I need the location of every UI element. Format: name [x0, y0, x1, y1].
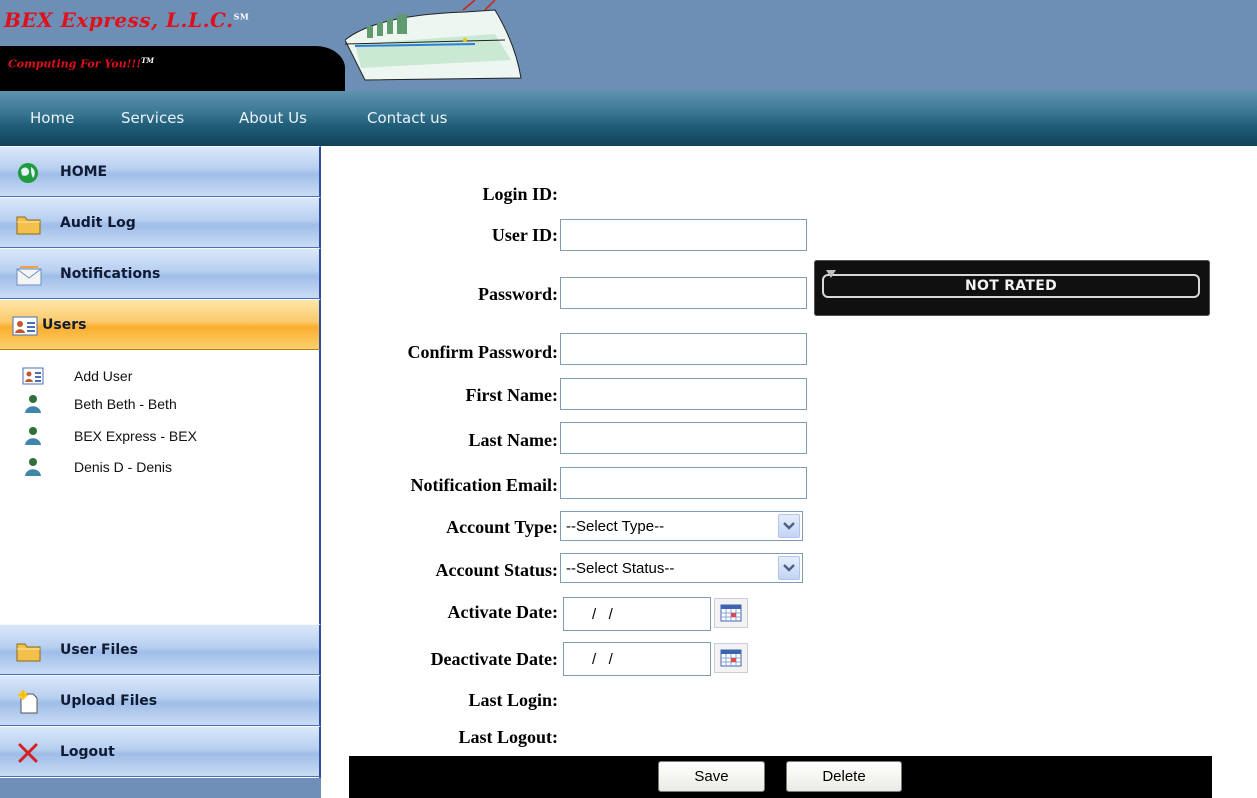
- account-type-select[interactable]: --Select Type--: [560, 511, 803, 541]
- account-status-value: --Select Status--: [566, 560, 675, 577]
- sidebar-item-label: Audit Log: [60, 215, 136, 231]
- globe-icon: [18, 163, 38, 183]
- person-icon: [25, 458, 41, 476]
- sidebar-item-label: User Files: [60, 642, 138, 658]
- sidebar-subitem-label: Beth Beth - Beth: [74, 396, 177, 412]
- sidebar-item-label: Logout: [60, 744, 115, 760]
- last-name-input[interactable]: [560, 422, 807, 454]
- sidebar-item-users[interactable]: Users: [0, 299, 321, 350]
- company-logo: BEX Express, L.L.C.SM: [4, 8, 249, 32]
- new-file-icon: [18, 690, 38, 714]
- sidebar-item-label: Users: [42, 317, 87, 333]
- password-strength-bar: NOT RATED: [822, 274, 1200, 298]
- password-label: Password:: [478, 284, 558, 304]
- notification-email-label: Notification Email:: [410, 475, 558, 495]
- person-icon: [25, 427, 41, 445]
- last-login-label: Last Login:: [468, 690, 558, 710]
- user-id-input[interactable]: [560, 219, 807, 251]
- red-x-icon: [18, 743, 38, 763]
- last-name-label: Last Name:: [468, 430, 558, 450]
- calendar-icon: [720, 604, 742, 622]
- sidebar-item-label: HOME: [60, 164, 108, 180]
- user-card-icon: [12, 316, 38, 336]
- sidebar: HOME Audit Log Notifications Users Add U…: [0, 146, 321, 798]
- nav-contact-us[interactable]: Contact us: [367, 109, 447, 127]
- user-card-icon: [22, 367, 44, 385]
- sidebar-item-audit-log[interactable]: Audit Log: [0, 197, 321, 248]
- train-illustration: [345, 0, 522, 81]
- last-logout-label: Last Logout:: [458, 727, 558, 747]
- deactivate-date-input[interactable]: / /: [563, 642, 711, 676]
- company-tagline: Computing For You!!!TM: [8, 56, 154, 71]
- sidebar-subitem-label: Denis D - Denis: [74, 459, 173, 475]
- first-name-input[interactable]: [560, 378, 807, 410]
- tagline-text: Computing For You!!!: [8, 57, 142, 71]
- deactivate-date-calendar-button[interactable]: [714, 643, 748, 673]
- user-id-label: User ID:: [491, 225, 558, 245]
- sidebar-item-logout[interactable]: Logout: [0, 726, 321, 777]
- save-button[interactable]: Save: [658, 761, 765, 792]
- company-name: BEX Express, L.L.C.: [4, 8, 234, 32]
- person-icon: [25, 395, 41, 413]
- password-strength-text: NOT RATED: [964, 278, 1057, 294]
- form-action-bar: Save Delete: [349, 756, 1212, 798]
- activate-date-calendar-button[interactable]: [714, 598, 748, 628]
- nav-home[interactable]: Home: [30, 109, 74, 127]
- sidebar-subitem-user[interactable]: BEX Express - BEX: [22, 426, 222, 446]
- activate-date-value: / /: [592, 606, 613, 623]
- sidebar-subitem-label: BEX Express - BEX: [74, 428, 197, 444]
- account-status-label: Account Status:: [435, 560, 558, 580]
- dropdown-arrow-icon[interactable]: [778, 514, 800, 538]
- folder-icon: [16, 643, 41, 662]
- sidebar-item-home[interactable]: HOME: [0, 146, 321, 197]
- first-name-label: First Name:: [465, 385, 558, 405]
- sidebar-item-upload-files[interactable]: Upload Files: [0, 675, 321, 726]
- account-type-label: Account Type:: [446, 517, 558, 537]
- activate-date-label: Activate Date:: [447, 602, 558, 622]
- sidebar-item-label: Notifications: [60, 266, 161, 282]
- nav-services[interactable]: Services: [121, 109, 184, 127]
- dropdown-arrow-icon[interactable]: [778, 556, 800, 580]
- sidebar-subitem-label: Add User: [74, 368, 133, 384]
- password-input[interactable]: [560, 277, 807, 309]
- activate-date-input[interactable]: / /: [563, 597, 711, 631]
- trademark-mark: TM: [141, 56, 155, 65]
- notification-email-input[interactable]: [560, 467, 807, 499]
- confirm-password-label: Confirm Password:: [407, 342, 559, 362]
- envelope-icon: [16, 266, 42, 286]
- login-id-label: Login ID:: [482, 184, 558, 204]
- header-banner: BEX Express, L.L.C.SM Computing For You!…: [0, 0, 1257, 91]
- top-navigation: Home Services About Us Contact us: [0, 91, 1257, 146]
- confirm-password-input[interactable]: [560, 333, 807, 365]
- sidebar-item-label: Upload Files: [60, 693, 158, 709]
- account-status-select[interactable]: --Select Status--: [560, 553, 803, 583]
- deactivate-date-value: / /: [592, 651, 613, 668]
- sidebar-item-notifications[interactable]: Notifications: [0, 248, 321, 299]
- sidebar-subitem-add-user[interactable]: Add User: [22, 366, 182, 386]
- password-strength-meter: NOT RATED: [814, 260, 1210, 316]
- calendar-icon: [720, 649, 742, 667]
- deactivate-date-label: Deactivate Date:: [430, 649, 558, 669]
- service-mark: SM: [233, 11, 250, 22]
- nav-about-us[interactable]: About Us: [239, 109, 307, 127]
- sidebar-subitem-user[interactable]: Denis D - Denis: [22, 457, 222, 477]
- delete-button[interactable]: Delete: [786, 761, 902, 792]
- account-type-value: --Select Type--: [566, 518, 665, 535]
- folder-icon: [16, 216, 41, 235]
- sidebar-item-user-files[interactable]: User Files: [0, 624, 321, 675]
- strength-marker-icon: [826, 270, 836, 278]
- sidebar-subitem-user[interactable]: Beth Beth - Beth: [22, 394, 222, 414]
